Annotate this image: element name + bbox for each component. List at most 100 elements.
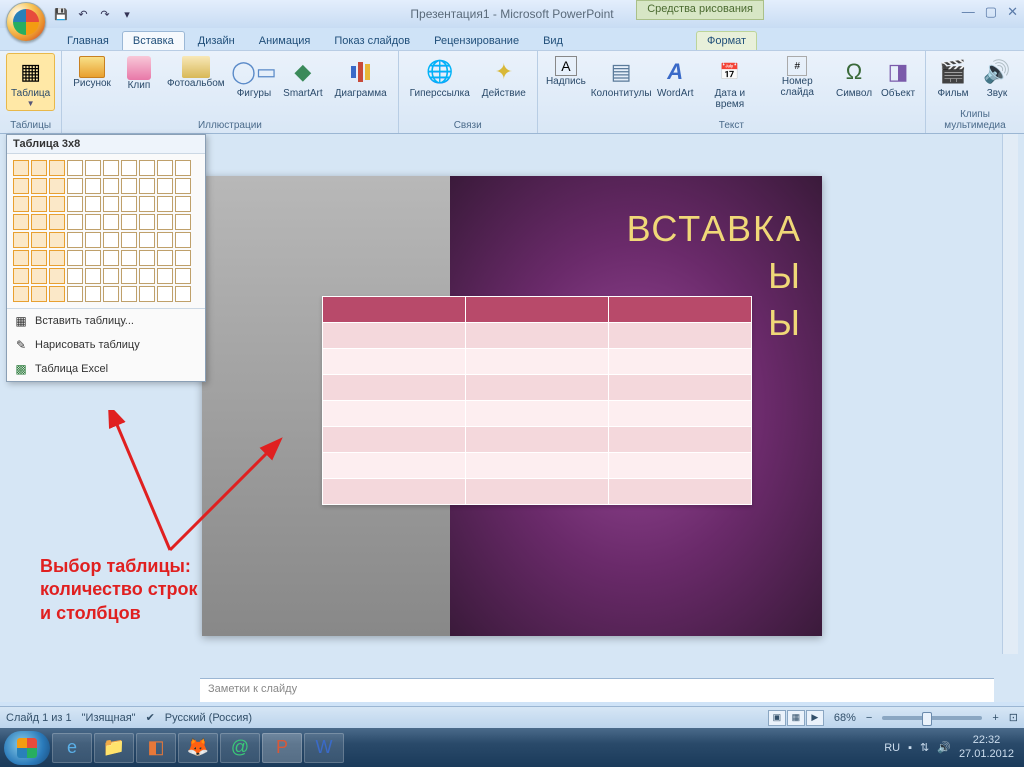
grid-cell[interactable]	[139, 286, 155, 302]
grid-cell[interactable]	[139, 178, 155, 194]
grid-cell[interactable]	[103, 196, 119, 212]
zoom-slider[interactable]	[882, 716, 982, 720]
sorter-view-button[interactable]: ▦	[787, 710, 805, 726]
insert-table-item[interactable]: ▦Вставить таблицу...	[7, 309, 205, 333]
grid-cell[interactable]	[67, 250, 83, 266]
grid-cell[interactable]	[31, 286, 47, 302]
grid-cell[interactable]	[85, 268, 101, 284]
headerfooter-button[interactable]: ▤Колонтитулы	[590, 53, 652, 102]
grid-cell[interactable]	[175, 160, 191, 176]
slidenum-button[interactable]: #Номер слайда	[764, 53, 832, 101]
grid-cell[interactable]	[103, 160, 119, 176]
fit-window-icon[interactable]: ⊡	[1009, 711, 1018, 724]
grid-cell[interactable]	[13, 250, 29, 266]
grid-cell[interactable]	[103, 214, 119, 230]
album-button[interactable]: Фотоальбом	[162, 53, 230, 92]
grid-cell[interactable]	[67, 160, 83, 176]
smartart-button[interactable]: ◆SmartArt	[278, 53, 327, 102]
tab-insert[interactable]: Вставка	[122, 31, 185, 50]
grid-cell[interactable]	[103, 286, 119, 302]
grid-cell[interactable]	[175, 196, 191, 212]
grid-cell[interactable]	[157, 286, 173, 302]
grid-cell[interactable]	[13, 196, 29, 212]
grid-cell[interactable]	[13, 232, 29, 248]
grid-cell[interactable]	[49, 250, 65, 266]
clip-button[interactable]: Клип	[118, 53, 160, 94]
grid-cell[interactable]	[175, 286, 191, 302]
grid-cell[interactable]	[85, 196, 101, 212]
grid-cell[interactable]	[121, 160, 137, 176]
sound-button[interactable]: 🔊Звук	[976, 53, 1018, 102]
zoom-level[interactable]: 68%	[834, 712, 856, 724]
grid-cell[interactable]	[139, 250, 155, 266]
spellcheck-icon[interactable]: ✔	[146, 711, 155, 724]
taskbar-app1[interactable]: ◧	[136, 733, 176, 763]
picture-button[interactable]: Рисунок	[68, 53, 116, 92]
grid-cell[interactable]	[157, 196, 173, 212]
action-button[interactable]: ✦Действие	[477, 53, 531, 102]
grid-cell[interactable]	[139, 232, 155, 248]
grid-cell[interactable]	[49, 178, 65, 194]
grid-cell[interactable]	[13, 160, 29, 176]
datetime-button[interactable]: 📅Дата и время	[698, 53, 761, 113]
grid-cell[interactable]	[121, 268, 137, 284]
tray-lang[interactable]: RU	[884, 742, 900, 754]
grid-cell[interactable]	[49, 268, 65, 284]
grid-cell[interactable]	[49, 196, 65, 212]
grid-cell[interactable]	[175, 268, 191, 284]
grid-cell[interactable]	[175, 232, 191, 248]
zoom-out-icon[interactable]: −	[866, 712, 872, 724]
grid-cell[interactable]	[121, 232, 137, 248]
grid-cell[interactable]	[31, 250, 47, 266]
grid-cell[interactable]	[85, 178, 101, 194]
minimize-icon[interactable]: ―	[962, 4, 975, 20]
undo-icon[interactable]: ↶	[74, 5, 92, 23]
grid-cell[interactable]	[103, 178, 119, 194]
draw-table-item[interactable]: ✎Нарисовать таблицу	[7, 333, 205, 357]
grid-cell[interactable]	[49, 160, 65, 176]
inserted-table[interactable]	[322, 296, 752, 505]
grid-cell[interactable]	[103, 250, 119, 266]
language-status[interactable]: Русский (Россия)	[165, 712, 252, 724]
grid-cell[interactable]	[13, 178, 29, 194]
grid-cell[interactable]	[103, 268, 119, 284]
grid-cell[interactable]	[175, 214, 191, 230]
grid-cell[interactable]	[85, 232, 101, 248]
tab-slideshow[interactable]: Показ слайдов	[323, 31, 421, 50]
tab-view[interactable]: Вид	[532, 31, 574, 50]
grid-cell[interactable]	[85, 250, 101, 266]
redo-icon[interactable]: ↷	[96, 5, 114, 23]
grid-cell[interactable]	[67, 268, 83, 284]
grid-cell[interactable]	[85, 286, 101, 302]
hyperlink-button[interactable]: 🌐Гиперссылка	[405, 53, 475, 102]
table-grid-picker[interactable]	[7, 154, 205, 308]
grid-cell[interactable]	[49, 286, 65, 302]
object-button[interactable]: ◨Объект	[877, 53, 919, 102]
taskbar-firefox[interactable]: 🦊	[178, 733, 218, 763]
grid-cell[interactable]	[157, 160, 173, 176]
notes-pane[interactable]: Заметки к слайду	[200, 678, 994, 702]
grid-cell[interactable]	[157, 250, 173, 266]
grid-cell[interactable]	[121, 250, 137, 266]
maximize-icon[interactable]: ▢	[985, 4, 997, 20]
grid-cell[interactable]	[175, 250, 191, 266]
grid-cell[interactable]	[157, 214, 173, 230]
excel-table-item[interactable]: ▩Таблица Excel	[7, 357, 205, 381]
grid-cell[interactable]	[31, 268, 47, 284]
grid-cell[interactable]	[121, 196, 137, 212]
start-button[interactable]	[4, 731, 50, 765]
grid-cell[interactable]	[157, 268, 173, 284]
taskbar-ie[interactable]: e	[52, 733, 92, 763]
tray-clock[interactable]: 22:32 27.01.2012	[959, 734, 1014, 760]
tab-design[interactable]: Дизайн	[187, 31, 246, 50]
tray-volume-icon[interactable]: 🔊	[937, 741, 951, 754]
grid-cell[interactable]	[13, 214, 29, 230]
movie-button[interactable]: 🎬Фильм	[932, 53, 974, 102]
slide-canvas[interactable]: ВСТАВКА Ы Ы	[202, 176, 822, 636]
zoom-in-icon[interactable]: +	[992, 712, 998, 724]
grid-cell[interactable]	[121, 286, 137, 302]
slideshow-view-button[interactable]: ▶	[806, 710, 824, 726]
grid-cell[interactable]	[121, 178, 137, 194]
table-button[interactable]: ▦ Таблица ▼	[6, 53, 55, 111]
grid-cell[interactable]	[103, 232, 119, 248]
